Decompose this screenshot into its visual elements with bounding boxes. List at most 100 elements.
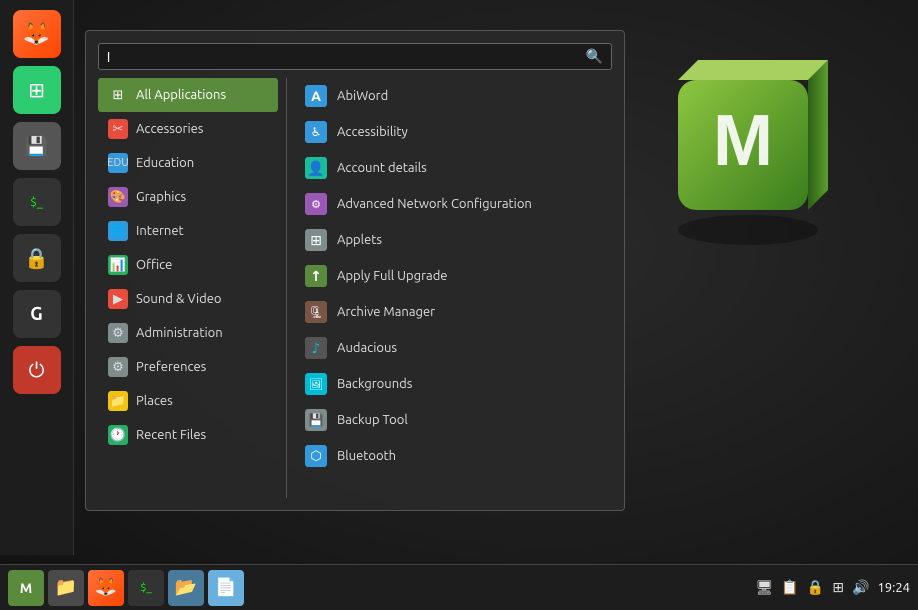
app-network[interactable]: ⚙ Advanced Network Configuration [295,186,612,222]
category-sound-label: Sound & Video [136,292,222,306]
clock: 19:24 [877,581,910,595]
education-icon: EDU [108,153,128,173]
category-sound[interactable]: ▶ Sound & Video [98,282,278,316]
svg-text:M: M [713,101,773,181]
category-admin[interactable]: ⚙ Administration [98,316,278,350]
taskbar-folder[interactable]: 📂 [168,570,204,606]
category-prefs-label: Preferences [136,360,206,374]
taskbar-drive[interactable]: 💾 [13,122,61,170]
volume-icon[interactable]: 🔊 [852,579,869,596]
prefs-icon: ⚙ [108,357,128,377]
app-account[interactable]: 👤 Account details [295,150,612,186]
category-office[interactable]: 📊 Office [98,248,278,282]
category-recent-label: Recent Files [136,428,206,442]
app-bluetooth-label: Bluetooth [337,449,396,463]
places-icon: 📁 [108,391,128,411]
app-bluetooth[interactable]: ⬡ Bluetooth [295,438,612,474]
abiword-icon: A [305,85,327,107]
backgrounds-icon: 🖼 [305,373,327,395]
internet-icon: 🌐 [108,221,128,241]
taskbar-grid[interactable]: ⊞ [13,66,61,114]
category-internet[interactable]: 🌐 Internet [98,214,278,248]
taskbar-lock[interactable]: 🔒 [13,234,61,282]
category-graphics-label: Graphics [136,190,186,204]
app-abiword-label: AbiWord [337,89,388,103]
taskbar-terminal-bottom[interactable]: $_ [128,570,164,606]
all-icon: ⊞ [108,85,128,105]
app-archive-label: Archive Manager [337,305,435,319]
desktop: 🦊 ⊞ 💾 $_ 🔒 G ⏻ [0,0,918,610]
search-icon: 🔍 [586,48,603,65]
menu-popup: l 🔍 ⊞ All Applications ✂ Accessories EDU… [85,30,625,511]
app-upgrade[interactable]: ↑ Apply Full Upgrade [295,258,612,294]
apps-list: A AbiWord ♿ Accessibility 👤 Account deta… [295,78,612,498]
audacious-icon: ♪ [305,337,327,359]
category-all-label: All Applications [136,88,226,102]
app-backgrounds-label: Backgrounds [337,377,412,391]
office-icon: 📊 [108,255,128,275]
shield-icon[interactable]: 🔒 [807,579,824,596]
category-office-label: Office [136,258,172,272]
app-upgrade-label: Apply Full Upgrade [337,269,448,283]
taskbar-files[interactable]: 📁 [48,570,84,606]
network-icon: ⚙ [305,193,327,215]
recent-icon: 🕐 [108,425,128,445]
category-prefs[interactable]: ⚙ Preferences [98,350,278,384]
network-icon[interactable]: ⊞ [832,579,844,596]
app-network-label: Advanced Network Configuration [337,197,532,211]
taskbar-terminal[interactable]: $_ [13,178,61,226]
app-backgrounds[interactable]: 🖼 Backgrounds [295,366,612,402]
app-backup-label: Backup Tool [337,413,408,427]
category-places[interactable]: 📁 Places [98,384,278,418]
category-education[interactable]: EDU Education [98,146,278,180]
app-audacious-label: Audacious [337,341,397,355]
taskbar-bottom-right: 🖥 📋 🔒 ⊞ 🔊 19:24 [756,579,910,596]
app-account-label: Account details [337,161,427,175]
categories-panel: ⊞ All Applications ✂ Accessories EDU Edu… [98,78,278,498]
accessories-icon: ✂ [108,119,128,139]
taskbar-grub[interactable]: G [13,290,61,338]
search-input[interactable]: l [107,49,580,65]
account-icon: 👤 [305,157,327,179]
bluetooth-icon: ⬡ [305,445,327,467]
app-applets[interactable]: ⊞ Applets [295,222,612,258]
menu-content: ⊞ All Applications ✂ Accessories EDU Edu… [98,78,612,498]
taskbar-bottom: M 📁 🦊 $_ 📂 📄 🖥 📋 🔒 ⊞ 🔊 19:24 [0,564,918,610]
taskbar-firefox[interactable]: 🦊 [13,10,61,58]
mint-logo: M [658,50,838,254]
search-bar: l 🔍 [98,43,612,70]
category-accessories[interactable]: ✂ Accessories [98,112,278,146]
category-all[interactable]: ⊞ All Applications [98,78,278,112]
backup-icon: 💾 [305,409,327,431]
taskbar-left: 🦊 ⊞ 💾 $_ 🔒 G ⏻ [0,0,74,555]
sound-icon: ▶ [108,289,128,309]
taskbar-power[interactable]: ⏻ [13,346,61,394]
app-backup[interactable]: 💾 Backup Tool [295,402,612,438]
category-internet-label: Internet [136,224,184,238]
app-accessibility[interactable]: ♿ Accessibility [295,114,612,150]
graphics-icon: 🎨 [108,187,128,207]
upgrade-icon: ↑ [305,265,327,287]
app-applets-label: Applets [337,233,382,247]
app-archive[interactable]: 🗜 Archive Manager [295,294,612,330]
category-education-label: Education [136,156,194,170]
category-graphics[interactable]: 🎨 Graphics [98,180,278,214]
taskbar-mint-menu[interactable]: M [8,570,44,606]
category-admin-label: Administration [136,326,223,340]
applets-icon: ⊞ [305,229,327,251]
display-icon[interactable]: 🖥 [756,579,774,596]
accessibility-icon: ♿ [305,121,327,143]
app-abiword[interactable]: A AbiWord [295,78,612,114]
archive-icon: 🗜 [305,301,327,323]
category-recent[interactable]: 🕐 Recent Files [98,418,278,452]
category-places-label: Places [136,394,173,408]
app-audacious[interactable]: ♪ Audacious [295,330,612,366]
category-accessories-label: Accessories [136,122,203,136]
taskbar-firefox-bottom[interactable]: 🦊 [88,570,124,606]
admin-icon: ⚙ [108,323,128,343]
app-accessibility-label: Accessibility [337,125,408,139]
menu-divider [286,78,287,498]
clipboard-icon[interactable]: 📋 [781,579,798,596]
taskbar-notepad[interactable]: 📄 [208,570,244,606]
taskbar-bottom-left: M 📁 🦊 $_ 📂 📄 [8,570,244,606]
